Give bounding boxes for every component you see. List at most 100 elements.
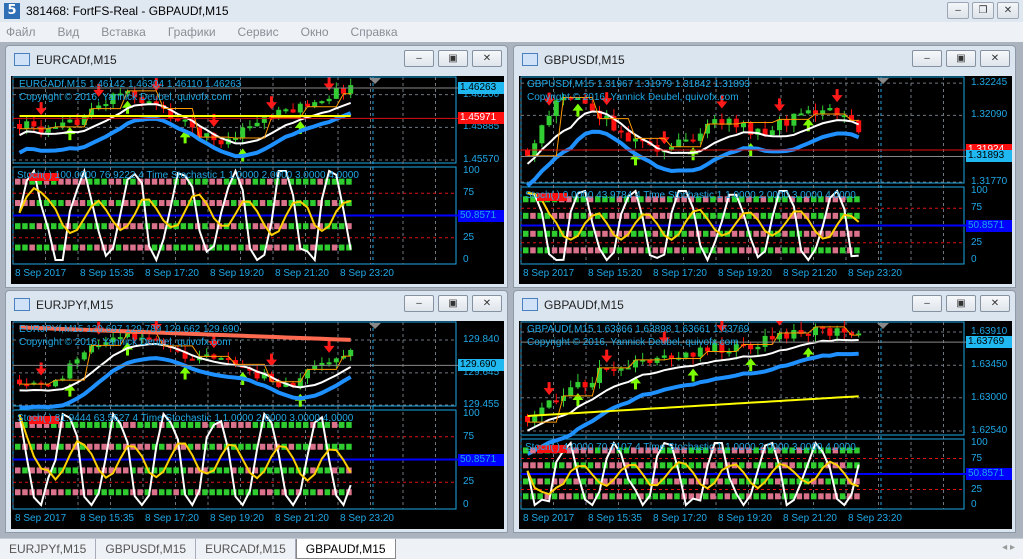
stoch-signal-cell — [681, 247, 687, 254]
tab-gbpaud[interactable]: GBPAUDf,M15 — [295, 539, 396, 559]
candle — [319, 101, 325, 104]
close-button[interactable]: ✕ — [472, 295, 502, 312]
stoch-signal-cell — [573, 247, 579, 254]
app-close-button[interactable]: ✕ — [997, 2, 1019, 19]
menu-file[interactable]: Файл — [6, 25, 36, 39]
stoch-signal-cell — [87, 467, 93, 474]
menu-view[interactable]: Вид — [58, 25, 80, 39]
maximize-button[interactable]: ▣ — [438, 50, 468, 67]
stoch-signal-cell — [115, 200, 122, 207]
tab-eurcad[interactable]: EURCADf,M15 — [196, 539, 296, 559]
stoch-signal-cell — [151, 223, 158, 230]
maximize-button[interactable]: ▣ — [946, 50, 976, 67]
stoch-signal-cell — [317, 244, 323, 251]
candle — [820, 110, 826, 114]
menu-insert[interactable]: Вставка — [101, 25, 146, 39]
menu-window[interactable]: Окно — [301, 25, 329, 39]
stoch-signal-cell — [724, 493, 731, 500]
stoch-signal-cell — [854, 247, 860, 254]
stoch-signal-cell — [295, 443, 302, 450]
stoch-signal-cell — [674, 212, 680, 219]
candle — [805, 110, 811, 114]
stoch-signal-cell — [523, 462, 529, 469]
minimize-button[interactable]: – — [404, 295, 434, 312]
candle — [661, 355, 667, 358]
menu-help[interactable]: Справка — [351, 25, 398, 39]
stoch-signal-cell — [789, 247, 795, 254]
stoch-signal-cell — [746, 462, 752, 469]
stoch-signal-cell — [667, 247, 673, 254]
stoch-signal-cell — [267, 489, 273, 496]
candle — [618, 130, 624, 133]
close-button[interactable]: ✕ — [980, 295, 1010, 312]
chart-canvas[interactable] — [11, 321, 504, 529]
stoch-signal-cell — [717, 493, 723, 500]
stoch-signal-cell — [566, 247, 572, 254]
stoch-axis-tick: 75 — [971, 452, 983, 464]
time-axis-label: 8 Sep 21:20 — [275, 513, 329, 524]
stoch-signal-cell — [573, 478, 579, 485]
close-button[interactable]: ✕ — [472, 50, 502, 67]
price-chart[interactable]: EURJPYf,M15 129.697 129.789 129.662 129.… — [11, 321, 504, 529]
tab-eurjpy[interactable]: EURJPYf,M15 — [0, 539, 97, 559]
stoch-signal-cell — [22, 244, 28, 251]
stoch-signal-cell — [288, 244, 295, 251]
stoch-signal-cell — [616, 478, 623, 485]
chart-symbol-ohlc: EURCADf,M15 1.46142 1.46304 1.46110 1.46… — [19, 79, 242, 90]
stoch-signal-cell — [832, 212, 839, 219]
stoch-signal-cell — [580, 247, 587, 254]
candle — [341, 87, 346, 94]
stoch-signal-cell — [537, 493, 543, 500]
stoch-signal-cell — [195, 244, 201, 251]
stoch-signal-cell — [51, 489, 57, 496]
time-axis-label: 8 Sep 15:35 — [588, 513, 642, 524]
stoch-signal-cell — [803, 230, 810, 237]
title-bar: 5 381468: FortFS-Real - GBPAUDf,M15 – ❐ … — [0, 0, 1023, 22]
stoch-signal-cell — [187, 223, 194, 230]
price-chart[interactable]: EURCADf,M15 1.46142 1.46304 1.46110 1.46… — [11, 76, 504, 284]
stoch-signal-cell — [65, 489, 71, 496]
candle — [769, 335, 775, 340]
time-axis-label: 8 Sep 21:20 — [783, 268, 837, 279]
time-axis-label: 8 Sep 15:20 — [588, 268, 642, 279]
price-chart[interactable]: GBPUSDf,M15 1.31967 1.31979 1.31842 1.31… — [519, 76, 1012, 284]
app-restore-button[interactable]: ❐ — [972, 2, 994, 19]
stoch-signal-cell — [101, 223, 107, 230]
stoch-level-tag: 50.8571 — [458, 453, 504, 466]
menu-charts[interactable]: Графики — [168, 25, 216, 39]
sell-arrow-icon — [543, 382, 555, 396]
stoch-signal-cell — [659, 462, 666, 469]
stoch-signal-cell — [36, 223, 43, 230]
maximize-button[interactable]: ▣ — [438, 295, 468, 312]
stoch-signal-cell — [523, 493, 529, 500]
stoch-signal-cell — [652, 493, 659, 500]
stoch-signal-cell — [710, 493, 716, 500]
stoch-signal-cell — [173, 200, 179, 207]
tab-scroll-arrows[interactable]: ◂ ▸ — [1002, 542, 1015, 553]
stoch-signal-cell — [587, 247, 594, 254]
stoch-signal-cell — [537, 230, 543, 237]
stoch-signal-cell — [667, 493, 673, 500]
tab-gbpusd[interactable]: GBPUSDf,M15 — [96, 539, 197, 559]
sell-arrow-icon — [266, 96, 277, 110]
stoch-signal-cell — [717, 247, 723, 254]
price-chart[interactable]: GBPAUDf,M15 1.63866 1.63898 1.63661 1.63… — [519, 321, 1012, 529]
stoch-signal-cell — [130, 244, 136, 251]
maximize-button[interactable]: ▣ — [946, 295, 976, 312]
minimize-button[interactable]: – — [404, 50, 434, 67]
stoch-signal-cell — [15, 200, 21, 207]
stoch-level-tag: 50.8571 — [458, 209, 504, 222]
menu-tools[interactable]: Сервис — [238, 25, 279, 39]
stoch-signal-cell — [65, 443, 71, 450]
chart-symbol-ohlc: EURJPYf,M15 129.697 129.789 129.662 129.… — [19, 324, 240, 335]
stoch-signal-cell — [652, 230, 659, 237]
sell-arrow-icon — [601, 349, 613, 363]
candle — [769, 130, 775, 136]
chart-canvas[interactable] — [519, 76, 1012, 284]
chart-canvas[interactable] — [519, 321, 1012, 529]
close-button[interactable]: ✕ — [980, 50, 1010, 67]
minimize-button[interactable]: – — [912, 50, 942, 67]
stoch-signal-cell — [29, 223, 35, 230]
minimize-button[interactable]: – — [912, 295, 942, 312]
app-minimize-button[interactable]: – — [947, 2, 969, 19]
